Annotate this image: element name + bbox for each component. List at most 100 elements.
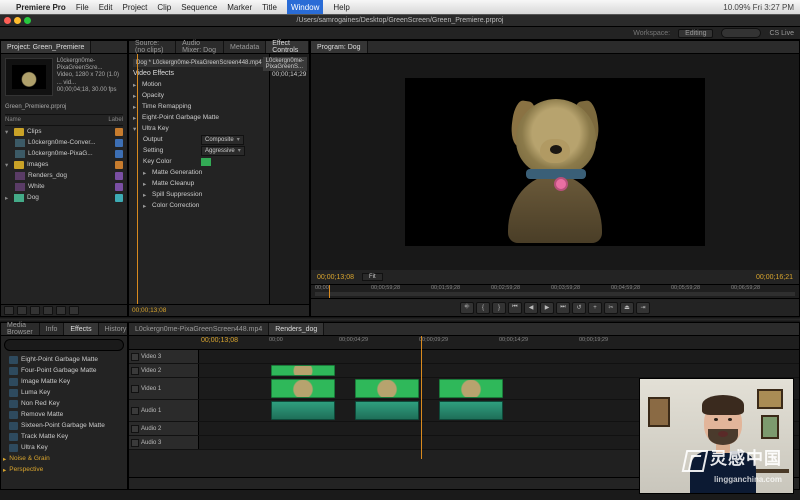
list-view-icon[interactable]	[4, 306, 14, 315]
effects-search-input[interactable]	[4, 339, 124, 351]
add-marker-button[interactable]: +	[588, 302, 602, 314]
trash-icon[interactable]	[69, 306, 79, 315]
track-v3[interactable]: Video 3	[129, 350, 799, 364]
uk-keycolor[interactable]: Key Color	[133, 156, 265, 167]
program-tc-left[interactable]: 00;00;13;08	[317, 274, 354, 281]
tab-effects[interactable]: Effects	[64, 323, 98, 335]
mark-in-button[interactable]: ⎆	[460, 302, 474, 314]
fx-garbage-matte[interactable]: ▸Eight-Point Garbage Matte	[133, 112, 265, 123]
uk-output[interactable]: OutputComposite	[133, 134, 265, 145]
audio-clip[interactable]	[271, 401, 335, 420]
tab-seq-active[interactable]: Renders_dog	[269, 323, 324, 335]
video-clip[interactable]: L0ckergn0me-PixaGreenScre	[439, 379, 503, 398]
effect-item[interactable]: Eight-Point Garbage Matte	[1, 354, 127, 365]
effect-item[interactable]: Image Matte Key	[1, 376, 127, 387]
timeline-playhead-tc[interactable]: 00;00;13;08	[201, 337, 238, 344]
menu-help[interactable]: Help	[333, 3, 349, 12]
set-out-button[interactable]: }	[492, 302, 506, 314]
bin-clips[interactable]: ▾Clips	[5, 126, 123, 137]
track-toggle-icon[interactable]	[131, 353, 139, 361]
ec-timeline[interactable]: L0ckergn0me-PixaGreenS... 00;00;14;29	[269, 54, 309, 304]
uk-mattegen[interactable]: ▸Matte Generation	[133, 167, 265, 178]
timeline-playhead[interactable]	[421, 336, 422, 459]
video-clip[interactable]: L0ckergn0me-PixaGreenScre	[271, 379, 335, 398]
menu-title[interactable]: Title	[262, 3, 277, 12]
zoom-icon[interactable]	[24, 17, 31, 24]
clip-item[interactable]: L0ckergn0me-Conver...	[5, 137, 123, 148]
bin-images[interactable]: ▾Images	[5, 159, 123, 170]
tab-source[interactable]: Source:(no clips)	[129, 41, 176, 53]
effect-item[interactable]: Luma Key	[1, 387, 127, 398]
tab-project[interactable]: Project: Green_Premiere	[1, 41, 91, 53]
uk-mattecleanup[interactable]: ▸Matte Cleanup	[133, 178, 265, 189]
fx-ultra-key[interactable]: ▾Ultra Key	[133, 123, 265, 134]
menu-project[interactable]: Project	[123, 3, 148, 12]
uk-setting[interactable]: SettingAggressive	[133, 145, 265, 156]
setting-dropdown[interactable]: Aggressive	[201, 146, 245, 156]
step-fwd-button[interactable]: ⏭	[556, 302, 570, 314]
track-toggle-icon[interactable]	[131, 367, 139, 375]
uk-spill[interactable]: ▸Spill Suppression	[133, 189, 265, 200]
program-playhead[interactable]	[329, 285, 330, 298]
close-icon[interactable]	[4, 17, 11, 24]
menu-window[interactable]: Window	[287, 0, 323, 14]
cslive-button[interactable]: CS Live	[769, 30, 794, 37]
search-input[interactable]	[721, 28, 761, 38]
track-toggle-icon[interactable]	[131, 385, 139, 393]
find-icon[interactable]	[30, 306, 40, 315]
fx-timeremap[interactable]: ▸Time Remapping	[133, 101, 265, 112]
loop-button[interactable]: ↺	[572, 302, 586, 314]
effect-category[interactable]: ▸ Perspective	[1, 464, 127, 475]
effect-item[interactable]: Track Matte Key	[1, 431, 127, 442]
icon-view-icon[interactable]	[17, 306, 27, 315]
track-v2[interactable]: Video 2	[129, 364, 799, 378]
play-button[interactable]: ▶	[540, 302, 554, 314]
tab-effect-controls[interactable]: Effect Controls	[266, 41, 309, 53]
window-traffic-lights[interactable]	[4, 17, 31, 24]
tab-audiomixer[interactable]: Audio Mixer: Dog	[176, 41, 224, 53]
project-preview-thumb[interactable]	[5, 58, 53, 96]
tab-program[interactable]: Program: Dog	[311, 41, 368, 53]
clip-item[interactable]: L0ckergn0me-PixaG...	[5, 148, 123, 159]
uk-colorcorrect[interactable]: ▸Color Correction	[133, 200, 265, 211]
bin-header[interactable]: NameLabel	[5, 114, 123, 126]
video-clip[interactable]	[271, 365, 335, 376]
menu-edit[interactable]: Edit	[99, 3, 113, 12]
menu-file[interactable]: File	[76, 3, 89, 12]
step-back-button[interactable]: ◀	[524, 302, 538, 314]
audio-clip[interactable]	[355, 401, 419, 420]
minimize-icon[interactable]	[14, 17, 21, 24]
workspace-dropdown[interactable]: Editing	[678, 29, 713, 38]
effect-item[interactable]: Sixteen-Point Garbage Matte	[1, 420, 127, 431]
audio-clip[interactable]	[439, 401, 503, 420]
tab-seq-1[interactable]: L0ckergn0me-PixaGreenScreen448.mp4	[129, 323, 269, 335]
output-dropdown[interactable]: Composite	[201, 135, 244, 145]
track-toggle-icon[interactable]	[131, 439, 139, 447]
tab-metadata[interactable]: Metadata	[224, 41, 266, 53]
effect-item[interactable]: Non Red Key	[1, 398, 127, 409]
ec-playhead[interactable]	[137, 54, 138, 304]
fx-motion[interactable]: ▸Motion	[133, 79, 265, 90]
new-item-icon[interactable]	[56, 306, 66, 315]
keycolor-swatch[interactable]	[201, 158, 211, 166]
tab-info[interactable]: Info	[40, 323, 65, 335]
menu-clip[interactable]: Clip	[157, 3, 171, 12]
extract-button[interactable]: ⏏	[620, 302, 634, 314]
program-scrubber[interactable]: 00;00 00;00;59;28 00;01;59;28 00;02;59;2…	[311, 284, 799, 298]
set-in-button[interactable]: {	[476, 302, 490, 314]
fx-opacity[interactable]: ▸Opacity	[133, 90, 265, 101]
program-viewer[interactable]	[311, 54, 799, 270]
track-toggle-icon[interactable]	[131, 425, 139, 433]
zoom-fit-dropdown[interactable]: Fit	[362, 273, 383, 281]
effect-item[interactable]: Remove Matte	[1, 409, 127, 420]
menu-sequence[interactable]: Sequence	[181, 3, 217, 12]
image-item[interactable]: White	[5, 181, 123, 192]
new-bin-icon[interactable]	[43, 306, 53, 315]
image-item[interactable]: Renders_dog	[5, 170, 123, 181]
effect-item[interactable]: Four-Point Garbage Matte	[1, 365, 127, 376]
export-frame-button[interactable]: ⇥	[636, 302, 650, 314]
effect-item[interactable]: Ultra Key	[1, 442, 127, 453]
tab-media-browser[interactable]: Media Browser	[1, 323, 40, 335]
menu-marker[interactable]: Marker	[227, 3, 252, 12]
lift-button[interactable]: ✂	[604, 302, 618, 314]
